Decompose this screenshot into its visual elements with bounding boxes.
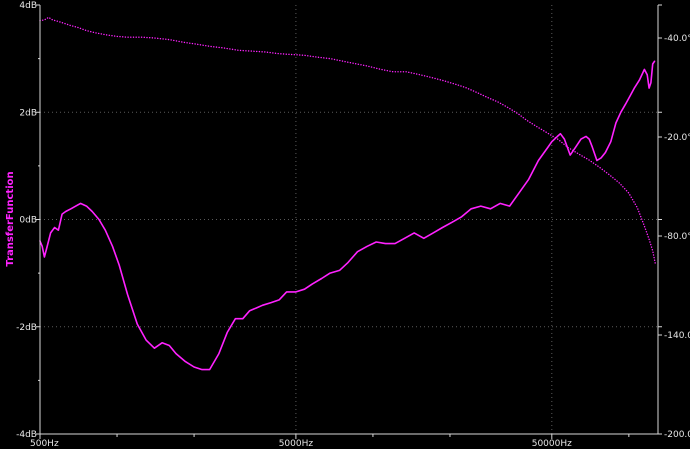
bottom-tick-label: 500Hz xyxy=(30,439,59,449)
left-tick-label: 0dB xyxy=(19,216,37,226)
left-tick-label: 4dB xyxy=(19,1,37,11)
bottom-tick-label: 5000Hz xyxy=(279,439,314,449)
right-tick-label: -20.0° xyxy=(664,133,690,143)
right-tick-label: -200.0° xyxy=(664,430,690,440)
right-tick-label: -40.0° xyxy=(664,34,690,44)
y-axis-label: TransferFunction xyxy=(5,171,16,266)
left-tick-label: 2dB xyxy=(19,108,37,118)
transfer-function-chart: 4dB2dB0dB-2dB-4dB -40.0°-20.0°-80.0°-140… xyxy=(0,0,690,449)
right-tick-label: -140.0° xyxy=(664,331,690,341)
left-tick-label: -2dB xyxy=(16,323,37,333)
plot-background xyxy=(0,0,690,449)
bottom-tick-label: 50000Hz xyxy=(532,439,572,449)
right-tick-label: -80.0° xyxy=(664,232,690,242)
